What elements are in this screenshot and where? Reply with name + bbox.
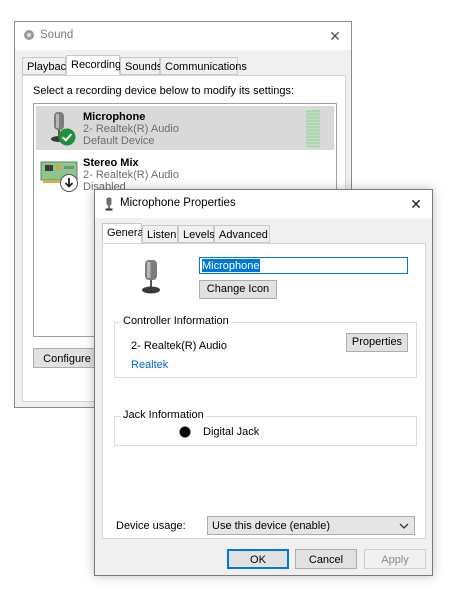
level-meter: [306, 110, 320, 151]
properties-close-icon[interactable]: ✕: [406, 194, 426, 214]
microphone-large-icon: [137, 258, 167, 301]
tab-levels[interactable]: Levels: [178, 225, 215, 243]
controller-group-label: Controller Information: [121, 315, 231, 327]
device-name-input[interactable]: [199, 257, 408, 274]
configure-button[interactable]: Configure: [33, 348, 101, 368]
tab-listen[interactable]: Listen: [142, 225, 178, 243]
tab-playback[interactable]: Playback: [22, 57, 72, 75]
sound-tab-strip: Playback Recording Sounds Communications: [22, 55, 342, 77]
tab-recording[interactable]: Recording: [66, 55, 121, 75]
properties-tab-strip: General Listen Levels Advanced: [102, 223, 422, 245]
controller-info-group: Controller Information 2- Realtek(R) Aud…: [114, 315, 417, 378]
instruction-text: Select a recording device below to modif…: [33, 85, 295, 97]
ok-button[interactable]: OK: [227, 549, 289, 569]
microphone-title-icon: [104, 197, 114, 214]
change-icon-button[interactable]: Change Icon: [199, 280, 277, 299]
device-row-microphone[interactable]: Microphone 2- Realtek(R) Audio Default D…: [36, 106, 334, 150]
properties-title: Microphone Properties: [120, 197, 236, 209]
tab-sounds[interactable]: Sounds: [120, 57, 162, 75]
speaker-icon: [23, 29, 35, 41]
device-name: Microphone: [83, 111, 146, 123]
controller-vendor-link[interactable]: Realtek: [131, 359, 168, 371]
microphone-properties-dialog: Microphone Properties ✕ General Listen L…: [94, 189, 433, 576]
apply-button: Apply: [364, 549, 426, 569]
properties-titlebar[interactable]: Microphone Properties ✕: [95, 190, 432, 218]
tab-general[interactable]: General: [102, 223, 146, 243]
tab-communications[interactable]: Communications: [160, 57, 247, 75]
chevron-down-icon: [399, 521, 409, 533]
jack-group-label: Jack Information: [121, 409, 206, 421]
sound-title: Sound: [40, 29, 74, 41]
controller-name: 2- Realtek(R) Audio: [131, 340, 227, 352]
controller-properties-button[interactable]: Properties: [346, 333, 408, 352]
tab-advanced[interactable]: Advanced: [214, 225, 270, 243]
device-driver: 2- Realtek(R) Audio: [83, 169, 179, 181]
device-driver: 2- Realtek(R) Audio: [83, 123, 179, 135]
cancel-button[interactable]: Cancel: [295, 549, 357, 569]
sound-close-icon[interactable]: ✕: [325, 26, 345, 46]
sound-titlebar[interactable]: Sound ✕: [15, 22, 351, 50]
device-usage-value: Use this device (enable): [212, 520, 331, 532]
checkmark-icon: [58, 128, 76, 149]
jack-value: Digital Jack: [203, 426, 260, 438]
device-usage-select[interactable]: Use this device (enable): [207, 516, 415, 535]
device-status: Default Device: [83, 135, 155, 147]
jack-dot-icon: [179, 426, 191, 441]
device-name: Stereo Mix: [83, 157, 139, 169]
jack-info-group: Jack Information Digital Jack: [114, 409, 417, 446]
device-usage-label: Device usage:: [116, 520, 186, 532]
general-tab-panel: Change Icon Controller Information 2- Re…: [102, 243, 426, 539]
down-arrow-icon: [60, 174, 78, 195]
